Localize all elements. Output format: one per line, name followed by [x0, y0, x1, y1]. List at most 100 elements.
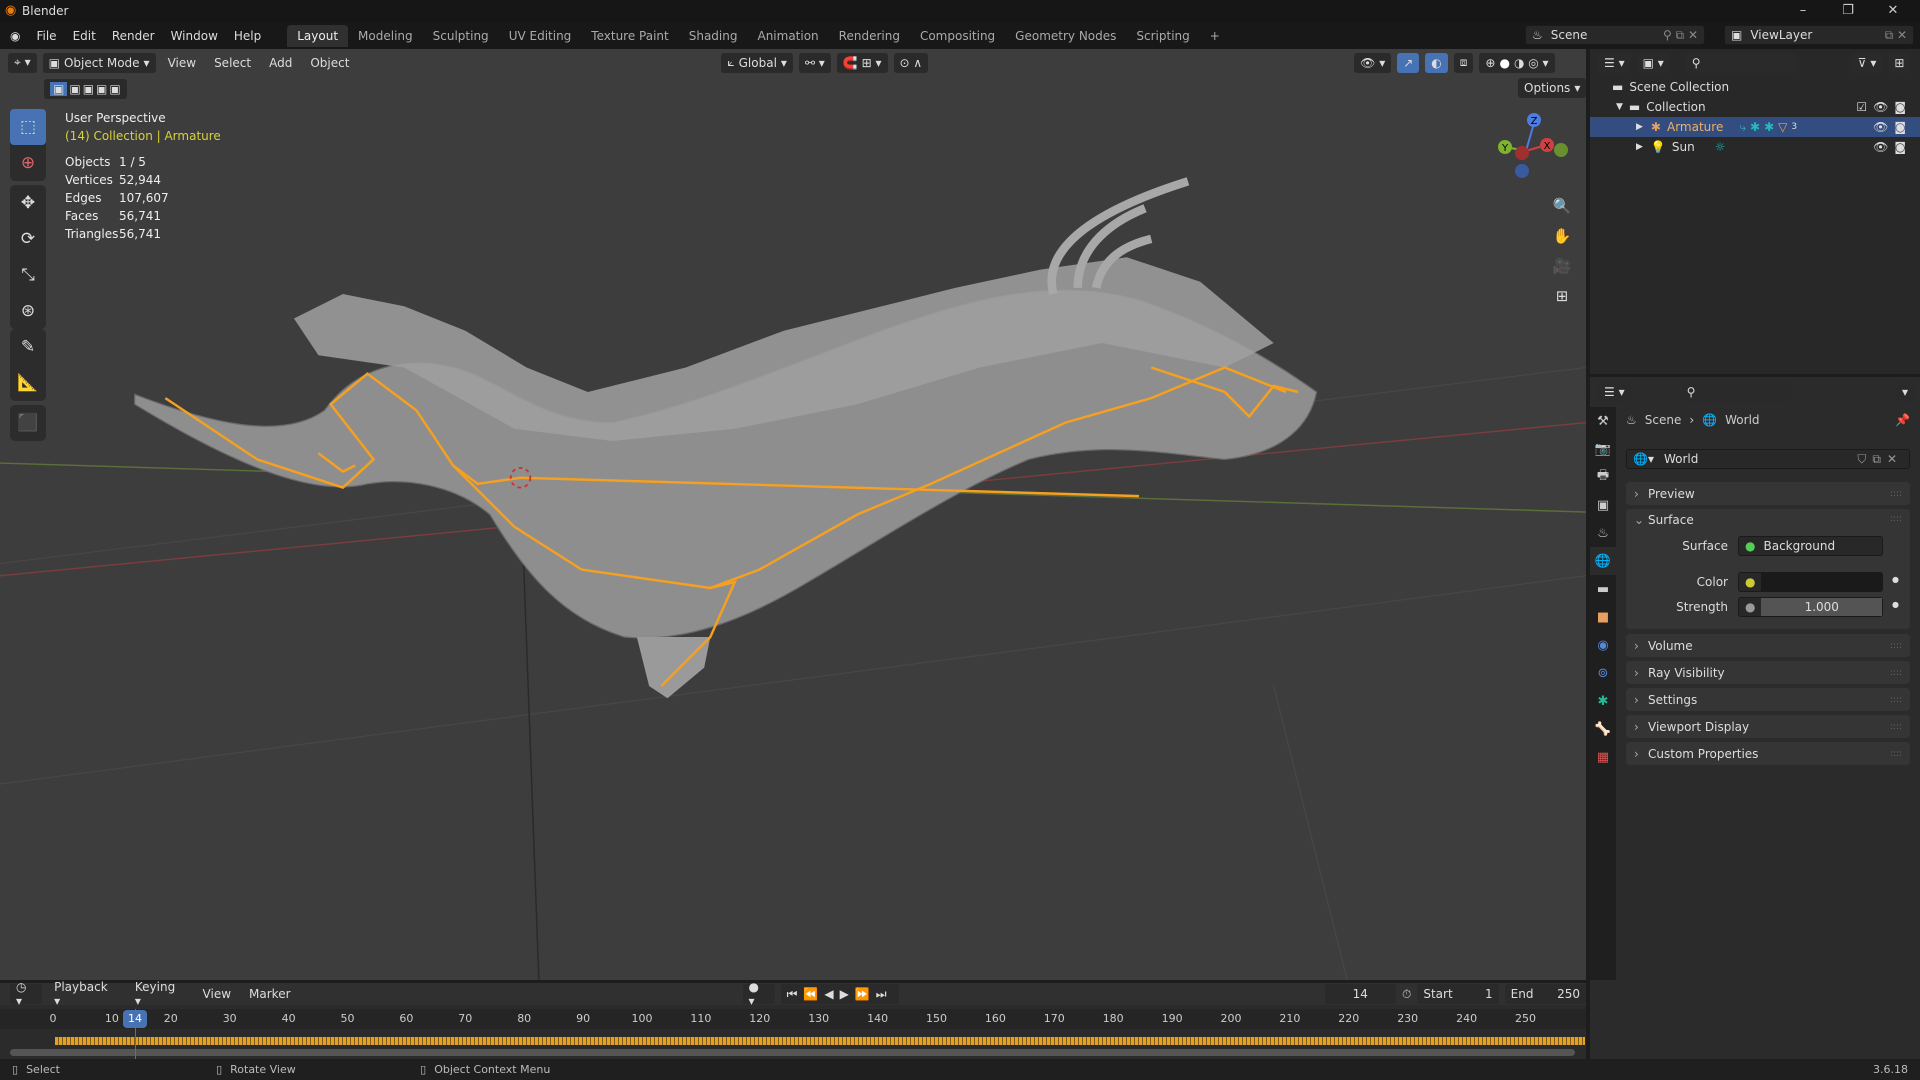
transform-tool[interactable]: ⊛ — [10, 293, 46, 329]
camera-view-icon[interactable]: 🎥 — [1548, 252, 1576, 280]
close-button[interactable]: ✕ — [1873, 0, 1913, 22]
auto-keying-toggle[interactable]: ● ▾ — [742, 980, 775, 1008]
ortho-grid-icon[interactable]: ⊞ — [1548, 282, 1576, 310]
navigation-gizmo[interactable]: Z X Y — [1490, 109, 1570, 189]
menu-keying[interactable]: Keying ▾ — [129, 978, 191, 1010]
modifier-icons[interactable]: ⤷✱✱▽ — [1739, 120, 1791, 135]
sun-data-icon[interactable]: ☼ — [1715, 140, 1726, 154]
menu-object[interactable]: Object — [304, 54, 355, 72]
world-icon[interactable]: 🌐▾ — [1633, 452, 1654, 466]
playback-controls[interactable]: ⏮⏪◀▶⏩⏭ — [780, 984, 899, 1004]
select-new-icon[interactable]: ▣ — [50, 82, 68, 96]
select-box-tool[interactable]: ⬚ — [10, 109, 46, 145]
end-frame-field[interactable]: End 250 — [1504, 984, 1586, 1004]
drag-handle-icon[interactable]: :::: — [1890, 489, 1902, 499]
drag-handle-icon[interactable]: :::: — [1890, 695, 1902, 705]
filter-button[interactable]: ⊽ ▾ — [1851, 53, 1883, 73]
chevron-down-icon[interactable]: ⌄ — [1634, 513, 1648, 527]
current-frame-field[interactable]: 14 — [1324, 984, 1396, 1004]
solid-shading-icon[interactable]: ● — [1499, 56, 1509, 70]
timeline-scrollbar[interactable] — [10, 1049, 1575, 1056]
blender-menu-icon[interactable]: ◉ — [0, 29, 28, 43]
keyframe-dot-icon[interactable]: ● — [1892, 600, 1899, 609]
visibility-icons[interactable]: 👁◙ — [1873, 140, 1912, 154]
zoom-icon[interactable]: 🔍 — [1548, 192, 1576, 220]
menu-file[interactable]: File — [28, 29, 64, 43]
drag-handle-icon[interactable]: :::: — [1890, 749, 1902, 759]
bone-tab-icon[interactable]: 🦴 — [1590, 715, 1616, 743]
outliner-item-scene-collection[interactable]: ▬ Scene Collection — [1590, 77, 1920, 97]
view-layer-actions-icon[interactable]: ⧉ ✕ — [1885, 28, 1907, 43]
add-workspace-button[interactable]: + — [1200, 25, 1230, 47]
pan-hand-icon[interactable]: ✋ — [1548, 222, 1576, 250]
texture-tab-icon[interactable]: ▦ — [1590, 743, 1616, 771]
measure-tool[interactable]: 📐 — [10, 365, 46, 401]
menu-render[interactable]: Render — [104, 29, 163, 43]
tab-layout[interactable]: Layout — [287, 24, 349, 47]
panel-viewport-display[interactable]: › Viewport Display:::: — [1626, 715, 1910, 738]
select-intersect-icon[interactable]: ▣ — [109, 82, 120, 96]
move-tool[interactable]: ✥ — [10, 185, 46, 221]
collection-tab-icon[interactable]: ▬ — [1590, 575, 1616, 603]
select-invert-icon[interactable]: ▣ — [96, 82, 107, 96]
constraints-tab-icon[interactable]: ⊚ — [1590, 659, 1616, 687]
editor-type-button[interactable]: ⌖ ▾ — [8, 52, 37, 73]
selection-mode-buttons[interactable]: ▣ ▣ ▣ ▣ ▣ — [44, 79, 127, 99]
physics-tab-icon[interactable]: ◉ — [1590, 631, 1616, 659]
tab-sculpting[interactable]: Sculpting — [423, 25, 499, 47]
menu-add[interactable]: Add — [263, 54, 298, 72]
scene-tab-icon[interactable]: ♨ — [1590, 519, 1616, 547]
timeline-editor-type[interactable]: ◷ ▾ — [10, 980, 43, 1008]
object-data-tab-icon[interactable]: ✱ — [1590, 687, 1616, 715]
outliner-search-input[interactable]: ⚲ — [1685, 53, 1796, 73]
select-subtract-icon[interactable]: ▣ — [83, 82, 94, 96]
pivot-point-button[interactable]: ⚯ ▾ — [798, 52, 831, 73]
gizmo-toggle[interactable]: ↗ — [1397, 52, 1420, 73]
output-tab-icon[interactable]: 🖶 — [1590, 463, 1616, 491]
menu-marker[interactable]: Marker — [243, 985, 296, 1003]
panel-preview[interactable]: › Preview:::: — [1626, 482, 1910, 505]
outliner-item-sun[interactable]: ▶ 💡 Sun ☼ 👁◙ — [1590, 137, 1920, 157]
tab-compositing[interactable]: Compositing — [910, 25, 1005, 47]
annotate-tool[interactable]: ✎ — [10, 329, 46, 365]
new-collection-button[interactable]: ⊞ — [1888, 53, 1911, 73]
overlay-toggle[interactable]: ◐ — [1425, 52, 1448, 73]
minimize-button[interactable]: – — [1783, 0, 1823, 22]
expand-icon[interactable]: ▶ — [1636, 122, 1643, 132]
xray-toggle[interactable]: ⧈ — [1453, 52, 1474, 73]
panel-custom-properties[interactable]: › Custom Properties:::: — [1626, 742, 1910, 765]
drag-handle-icon[interactable]: :::: — [1890, 668, 1902, 678]
tab-scripting[interactable]: Scripting — [1126, 25, 1199, 47]
properties-editor-type[interactable]: ☰ ▾ — [1598, 382, 1631, 402]
frame-ruler[interactable]: 0 10 20 30 40 50 60 70 80 90 100 110 120 130 140 150 160… — [0, 1009, 1586, 1029]
maximize-button[interactable]: ❐ — [1828, 0, 1868, 22]
rotate-tool[interactable]: ⟳ — [10, 221, 46, 257]
properties-options-button[interactable]: ▾ — [1895, 382, 1914, 402]
start-frame-field[interactable]: Start 1 — [1417, 984, 1499, 1004]
visibility-button[interactable]: 👁 ▾ — [1354, 52, 1392, 73]
3d-viewport[interactable]: ⌖ ▾ ▣ Object Mode ▾ View Select Add Objec… — [0, 49, 1586, 980]
color-swatch[interactable] — [1761, 573, 1882, 591]
proportional-editing-button[interactable]: ⊙ ∧ — [893, 52, 929, 73]
drag-handle-icon[interactable]: :::: — [1890, 722, 1902, 732]
panel-volume[interactable]: › Volume:::: — [1626, 634, 1910, 657]
scale-tool[interactable]: ⤡ — [10, 257, 46, 293]
view-layer-tab-icon[interactable]: ▣ — [1590, 491, 1616, 519]
pin-icon[interactable]: 📌 — [1895, 413, 1910, 427]
tab-texture-paint[interactable]: Texture Paint — [581, 25, 678, 47]
add-cube-tool[interactable]: ⬛ — [10, 405, 46, 441]
color-field[interactable]: ● — [1738, 572, 1883, 592]
dragon-mesh[interactable] — [134, 177, 1318, 699]
stopwatch-icon[interactable]: ⏱ — [1402, 987, 1411, 1002]
menu-window[interactable]: Window — [163, 29, 226, 43]
tab-uv-editing[interactable]: UV Editing — [499, 25, 582, 47]
snap-button[interactable]: 🧲 ⊞ ▾ — [836, 52, 888, 73]
surface-shader-selector[interactable]: ● Background — [1738, 536, 1883, 556]
visibility-icons[interactable]: 👁◙ — [1873, 120, 1912, 134]
pin-icon[interactable]: ⚲ ⧉ ✕ — [1663, 28, 1698, 43]
cursor-tool[interactable]: ⊕ — [10, 145, 46, 181]
view-layer-selector[interactable]: ▣ ViewLayer ⧉ ✕ — [1724, 25, 1914, 45]
menu-edit[interactable]: Edit — [65, 29, 104, 43]
render-tab-icon[interactable]: 📷 — [1590, 435, 1616, 463]
menu-select[interactable]: Select — [208, 54, 257, 72]
